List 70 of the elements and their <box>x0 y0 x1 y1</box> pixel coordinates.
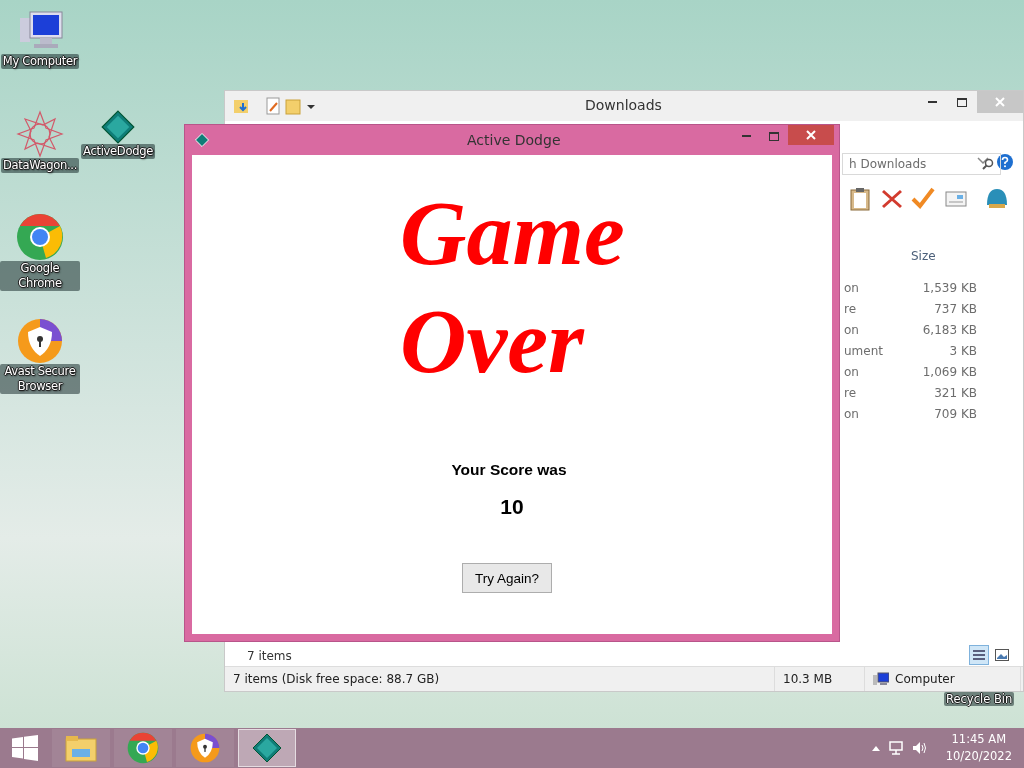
details-view-icon[interactable] <box>969 645 989 665</box>
folder-icon <box>64 733 98 763</box>
game-over-heading: Game <box>400 181 625 286</box>
search-icon <box>982 158 994 170</box>
clock[interactable]: 11:45 AM 10/20/2022 <box>945 731 1012 765</box>
minimize-icon <box>741 135 751 137</box>
taskbar-app[interactable] <box>176 729 234 767</box>
type-cell: on <box>844 280 859 295</box>
gem-icon <box>101 110 135 144</box>
card-icon[interactable] <box>945 191 967 207</box>
gem-icon <box>195 133 209 147</box>
size-cell: 321 KB <box>934 385 977 400</box>
maximize-icon <box>769 131 779 141</box>
document-toolbar-icon[interactable] <box>265 97 281 115</box>
type-cell: on <box>844 364 859 379</box>
search-field[interactable]: h Downloads <box>842 153 1001 175</box>
size-cell: 1,069 KB <box>922 364 977 379</box>
delete-icon[interactable] <box>881 189 903 209</box>
help-icon[interactable] <box>997 154 1013 170</box>
clipboard-icon[interactable] <box>849 187 871 211</box>
desktop-icon-label[interactable]: ActiveDodge <box>81 144 155 159</box>
window-title: Active Dodge <box>467 132 561 148</box>
type-cell: on <box>844 406 859 421</box>
desktop-icon-label[interactable]: DataWagon... <box>0 158 80 173</box>
gem-icon <box>252 733 282 763</box>
desktop-icon-label[interactable]: Avast Secure Browser <box>0 364 80 394</box>
chevron-down-icon[interactable] <box>977 157 989 165</box>
close-icon <box>806 130 816 140</box>
star-pattern-icon <box>16 110 64 158</box>
speaker-icon[interactable] <box>911 740 928 756</box>
game-over-heading: Over <box>400 289 586 394</box>
picture-view-icon[interactable] <box>995 649 1009 661</box>
status-text: Computer <box>895 672 955 686</box>
minimize-icon <box>927 101 937 103</box>
type-cell: re <box>844 301 857 316</box>
desktop-icon-label[interactable]: Google Chrome <box>0 261 80 291</box>
taskbar-app[interactable] <box>238 729 296 767</box>
type-cell: ument <box>844 343 883 358</box>
status-text: 10.3 MB <box>783 672 833 686</box>
network-icon[interactable] <box>887 740 904 756</box>
score-label: Your Score was <box>451 461 567 479</box>
folder-toolbar-icon[interactable] <box>233 97 251 115</box>
column-header[interactable]: Size <box>911 249 936 263</box>
shield-lock-icon <box>190 733 220 763</box>
start-windows-icon[interactable] <box>12 735 38 761</box>
size-cell: 6,183 KB <box>922 322 977 337</box>
status-text: 7 items (Disk free space: 88.7 GB) <box>233 672 440 686</box>
chrome-icon <box>16 213 64 261</box>
type-cell: on <box>844 322 859 337</box>
caret-icon[interactable] <box>307 102 315 110</box>
score-value: 10 <box>500 495 524 519</box>
close-button[interactable] <box>788 125 834 145</box>
maximize-icon <box>957 97 967 107</box>
chrome-icon <box>127 732 159 764</box>
desktop-icon-label[interactable]: Recycle Bin <box>944 692 1015 706</box>
size-cell: 709 KB <box>934 406 977 421</box>
window-title: Downloads <box>585 97 662 113</box>
shield-lock-icon <box>17 318 63 364</box>
size-cell: 3 KB <box>949 343 977 358</box>
checkmark-icon[interactable] <box>911 187 935 209</box>
computer-icon <box>873 672 889 686</box>
close-icon <box>995 97 1005 107</box>
size-cell: 1,539 KB <box>922 280 977 295</box>
taskbar-app[interactable] <box>114 729 172 767</box>
size-cell: 737 KB <box>934 301 977 316</box>
type-cell: re <box>844 385 857 400</box>
caret-up-icon[interactable] <box>871 745 880 751</box>
desktop-icon-label[interactable]: My Computer <box>0 54 80 69</box>
try-again-button[interactable]: Try Again? <box>462 563 552 593</box>
item-count: 7 items <box>247 649 292 663</box>
